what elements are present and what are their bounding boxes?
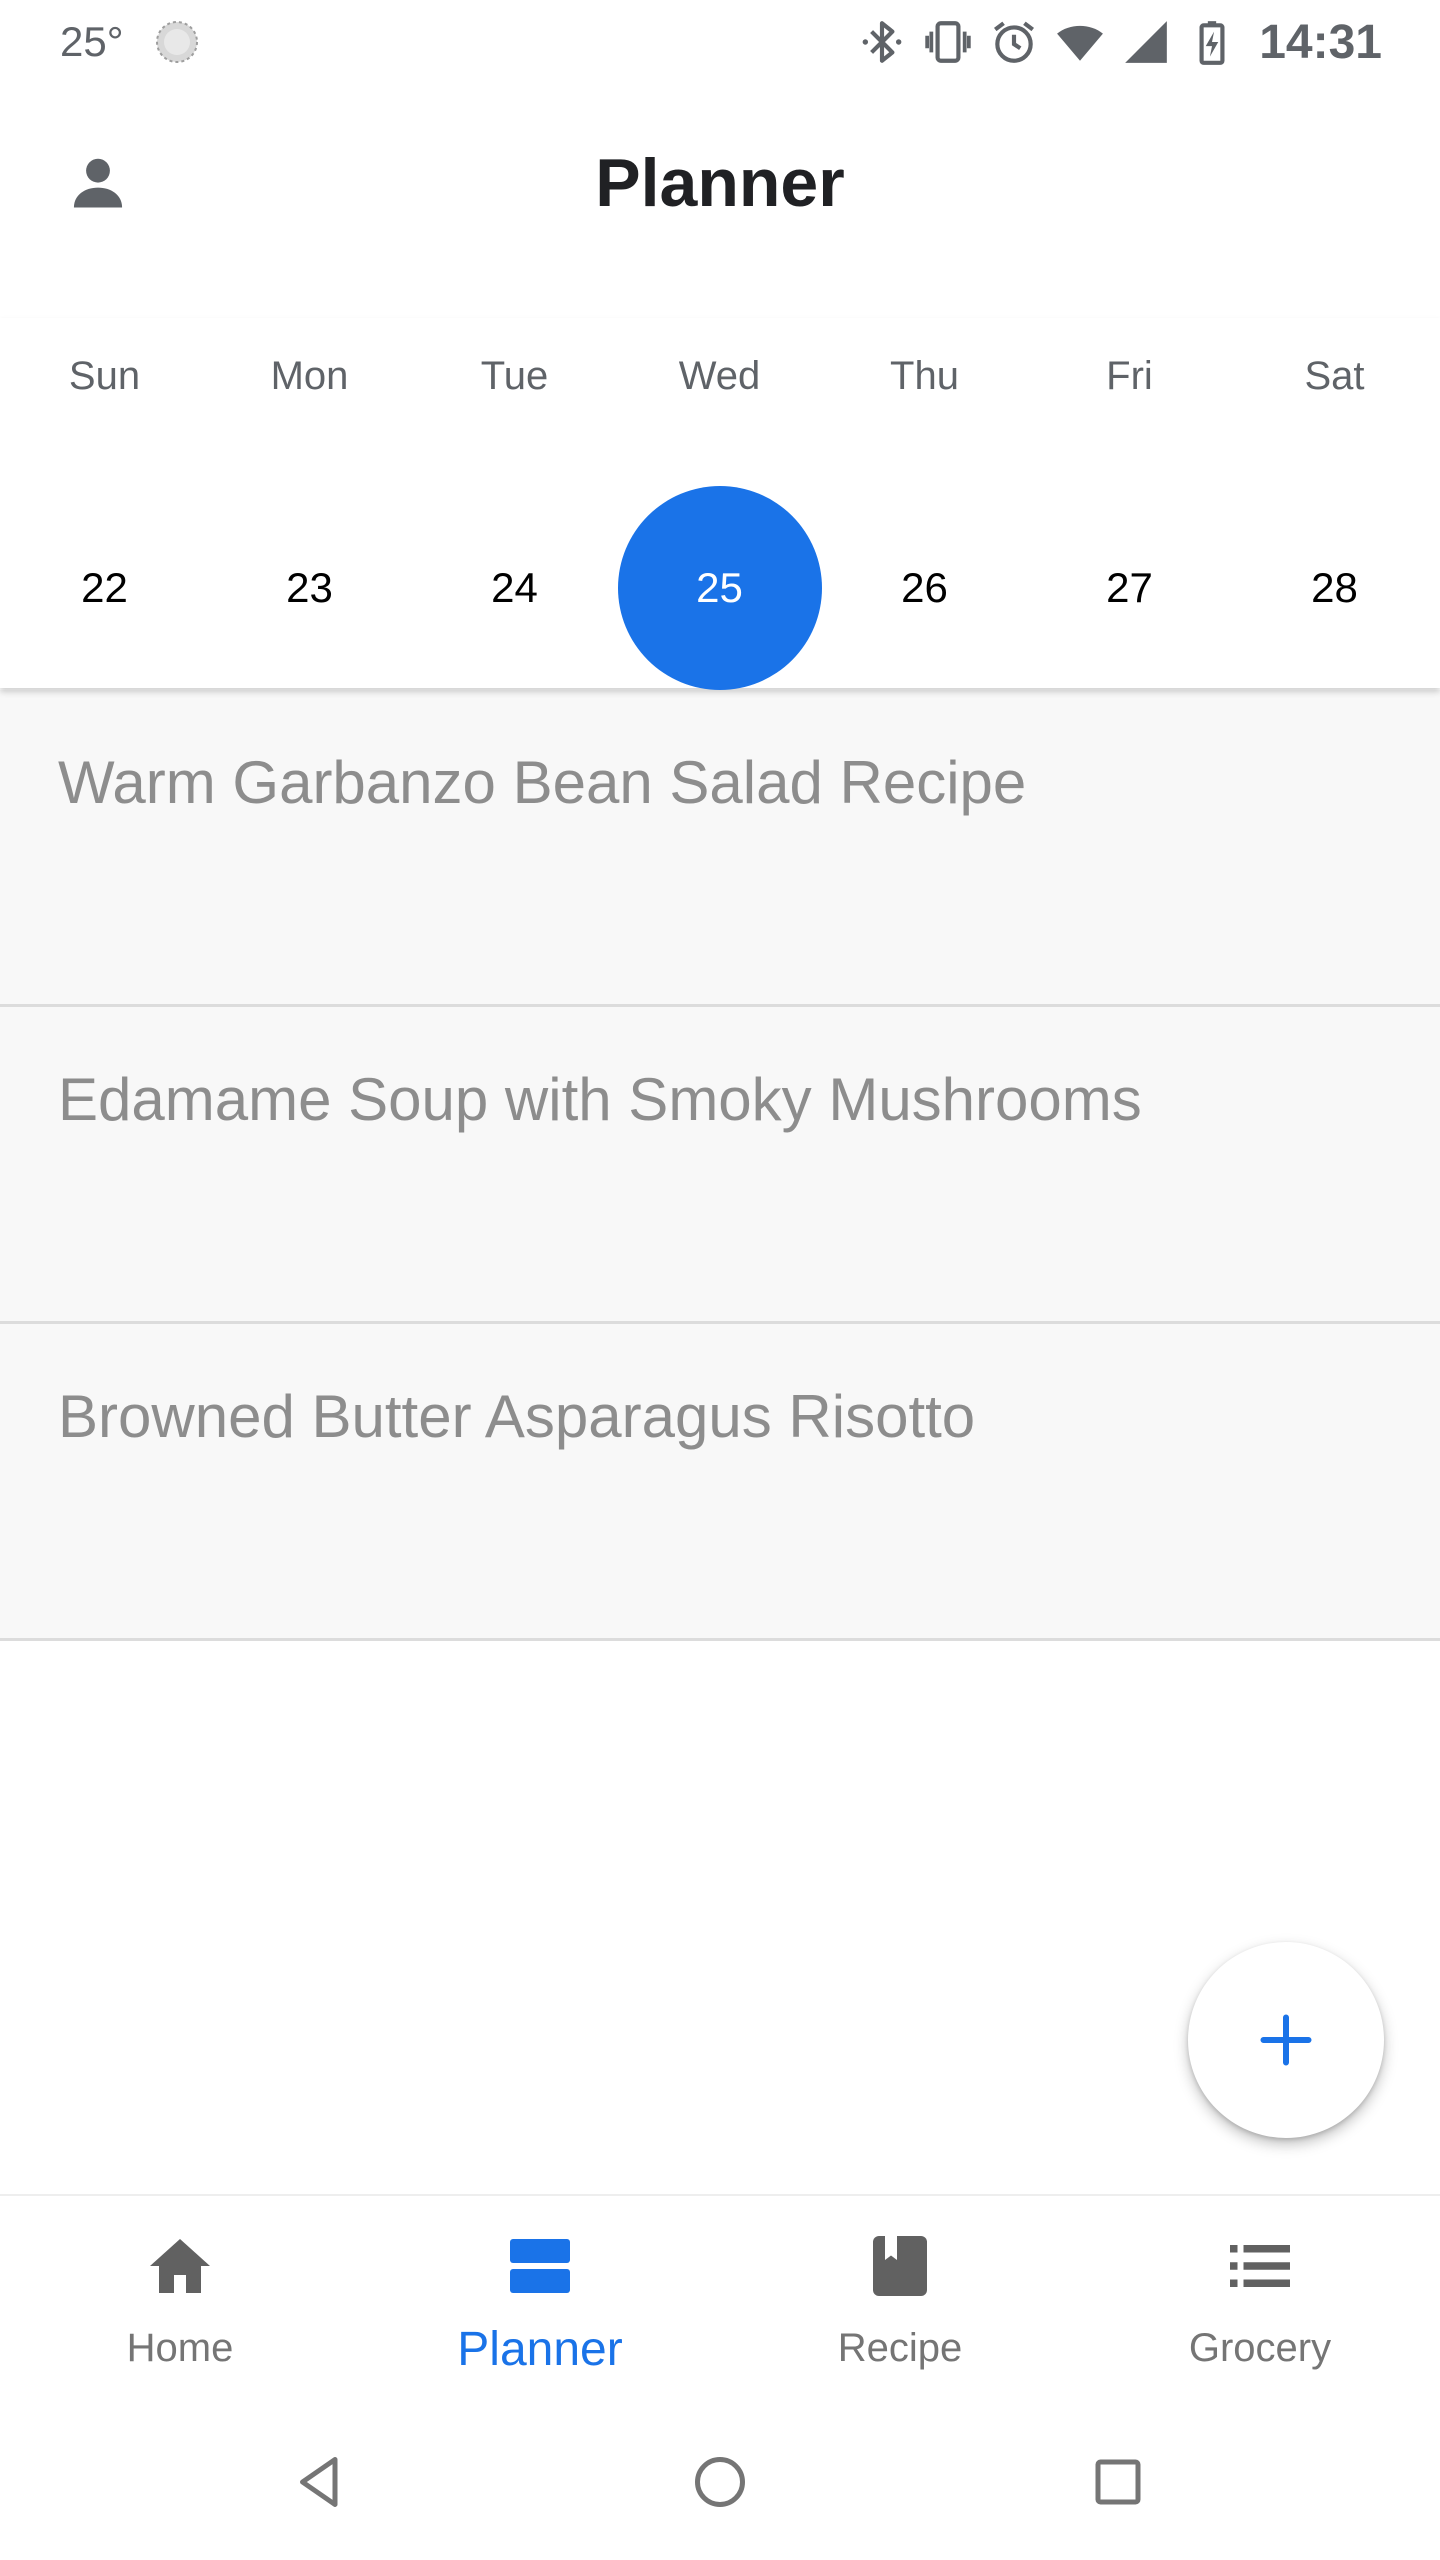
app-bar: Planner [0,84,1440,284]
book-icon [860,2226,940,2306]
day-23[interactable]: 23 [207,486,412,690]
day-name-wed: Wed [678,354,761,398]
system-nav-bar [0,2404,1440,2560]
weather-icon [155,21,198,63]
selected-day-circle: 25 [617,486,822,690]
list-item[interactable]: Warm Garbanzo Bean Salad Recipe [0,690,1440,1007]
day-24[interactable]: 24 [412,486,617,690]
nav-label-home: Home [126,2326,234,2370]
temperature: 25° [60,18,124,65]
meal-title: Browned Butter Asparagus Risotto [58,1383,976,1450]
nav-recipe[interactable]: Recipe [720,2226,1080,2396]
back-icon [300,2457,338,2507]
day-name-sat: Sat [1304,354,1365,398]
battery-icon [1199,21,1225,65]
day-26[interactable]: 26 [822,486,1027,690]
recents-icon [1095,2459,1141,2505]
system-back-button[interactable] [280,2442,360,2522]
day-name-sun: Sun [68,354,141,398]
list-item[interactable]: Browned Butter Asparagus Risotto [0,1324,1440,1641]
meal-title: Warm Garbanzo Bean Salad Recipe [58,749,1027,816]
day-numbers-row: 22 23 24 25 26 27 28 [0,486,1440,690]
nav-planner[interactable]: Planner [360,2226,720,2396]
home-circle-icon [695,2457,745,2507]
screen: 25° 14:31 Planner Sun Mon Tue Wed Thu Fr… [0,0,1440,2560]
clock-time: 14:31 [1259,15,1382,69]
day-name-tue: Tue [480,354,549,398]
day-names-row: Sun Mon Tue Wed Thu Fri Sat [0,354,1440,414]
day-28[interactable]: 28 [1232,486,1437,690]
bottom-nav: Home Planner Recipe Grocery [0,2194,1440,2406]
signal-icon [1125,21,1168,63]
day-name-fri: Fri [1106,354,1153,398]
status-left: 25° [60,14,202,70]
day-22[interactable]: 22 [2,486,207,690]
list-item[interactable]: Edamame Soup with Smoky Mushrooms [0,1007,1440,1324]
week-calendar: Sun Mon Tue Wed Thu Fri Sat 22 23 24 25 … [0,318,1440,690]
status-right: 14:31 [841,12,1382,72]
nav-label-grocery: Grocery [1188,2326,1332,2370]
system-recents-button[interactable] [1078,2442,1158,2522]
alarm-icon [994,21,1035,63]
nav-label-recipe: Recipe [837,2326,963,2370]
day-name-thu: Thu [890,354,959,398]
vibrate-icon [925,21,971,63]
list-icon [1220,2226,1300,2306]
status-bar: 25° 14:31 [0,0,1440,84]
nav-grocery[interactable]: Grocery [1080,2226,1440,2396]
wifi-icon [1057,25,1104,61]
page-title: Planner [595,145,845,221]
day-name-mon: Mon [270,354,349,398]
home-icon [140,2226,220,2306]
day-27[interactable]: 27 [1027,486,1232,690]
add-meal-button[interactable] [1188,1942,1384,2138]
planner-icon [500,2226,580,2306]
plus-icon [1260,2014,1312,2066]
bluetooth-icon [862,21,902,63]
meal-title: Edamame Soup with Smoky Mushrooms [58,1066,1142,1133]
day-25-selected[interactable]: 25 [617,486,822,690]
system-home-button[interactable] [680,2442,760,2522]
meal-list: Warm Garbanzo Bean Salad Recipe Edamame … [0,690,1440,1641]
nav-home[interactable]: Home [0,2226,360,2396]
nav-label-planner: Planner [457,2323,623,2376]
